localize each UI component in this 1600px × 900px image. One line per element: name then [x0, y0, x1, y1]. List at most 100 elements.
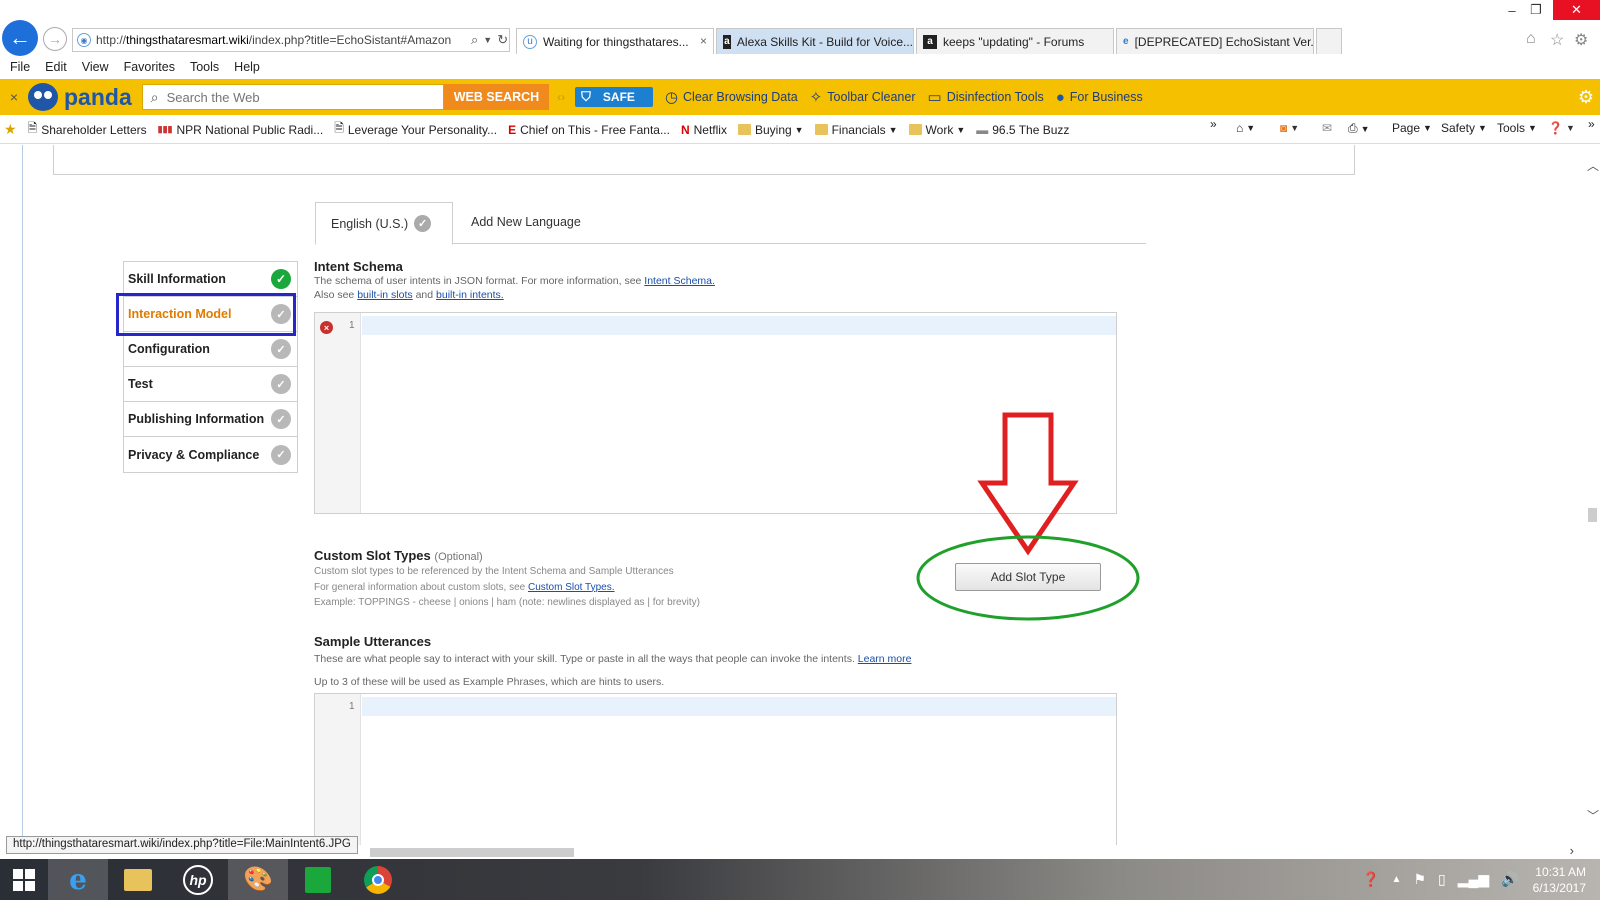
- home-icon[interactable]: ⌂: [1526, 30, 1536, 48]
- help-icon[interactable]: ❓ ▼: [1548, 121, 1575, 135]
- web-search-button[interactable]: WEB SEARCH: [443, 84, 550, 110]
- add-favorite-star-icon[interactable]: ★: [4, 121, 17, 138]
- ie-icon: e: [69, 863, 87, 896]
- menu-tools[interactable]: Tools: [190, 60, 219, 74]
- favorite-leverage-personality[interactable]: 🗎 Leverage Your Personality...: [334, 119, 497, 140]
- panda-search-box[interactable]: ⌕: [141, 84, 444, 110]
- taskbar-file-explorer[interactable]: [108, 859, 168, 900]
- page-menu[interactable]: Page ▼: [1392, 121, 1432, 135]
- address-url[interactable]: http://thingsthataresmart.wiki/index.php…: [96, 33, 466, 47]
- browser-tab-forums[interactable]: a keeps "updating" - Forums: [916, 28, 1114, 54]
- menu-edit[interactable]: Edit: [45, 60, 67, 74]
- favorite-folder-work[interactable]: Work ▼: [908, 123, 965, 137]
- safe-badge[interactable]: ⛉ SAFE: [575, 87, 653, 107]
- taskbar-internet-explorer[interactable]: e: [48, 859, 108, 900]
- chevron-down-icon: ▼: [794, 124, 804, 135]
- gear-icon[interactable]: ⚙: [1578, 87, 1594, 108]
- favorite-folder-financials[interactable]: Financials ▼: [814, 123, 898, 137]
- browser-tab-alexa[interactable]: a Alexa Skills Kit - Build for Voice...: [716, 28, 914, 54]
- feeds-icon[interactable]: ◙ ▼: [1280, 121, 1299, 135]
- new-tab-button[interactable]: [1316, 28, 1342, 54]
- intent-schema-editor[interactable]: × 1: [314, 312, 1117, 514]
- language-tabs: English (U.S.) ✓ Add New Language: [315, 202, 1146, 245]
- panda-search-input[interactable]: [166, 89, 417, 105]
- step-test[interactable]: Test ✓: [124, 367, 297, 402]
- clear-browsing-data-button[interactable]: ◷ Clear Browsing Data: [665, 88, 798, 106]
- favorite-netflix[interactable]: N Netflix: [681, 123, 727, 137]
- for-business-button[interactable]: ● For Business: [1056, 89, 1143, 106]
- action-center-flag-icon[interactable]: ⚑: [1413, 871, 1426, 888]
- step-privacy-compliance[interactable]: Privacy & Compliance ✓: [124, 437, 297, 472]
- add-slot-type-button[interactable]: Add Slot Type: [955, 563, 1101, 591]
- browser-tab-waiting[interactable]: u Waiting for thingsthatares... ×: [516, 28, 714, 54]
- scrollbar-thumb[interactable]: [1588, 508, 1597, 522]
- restore-button[interactable]: ❐: [1516, 0, 1556, 20]
- clock[interactable]: 10:31 AM 6/13/2017: [1533, 864, 1586, 896]
- forward-button[interactable]: →: [43, 27, 67, 51]
- network-signal-icon[interactable]: ▂▄▆: [1458, 871, 1489, 888]
- favorite-chief-on-this[interactable]: E Chief on This - Free Fanta...: [508, 123, 670, 137]
- toolbar-cleaner-button[interactable]: ✧ Toolbar Cleaner: [810, 88, 916, 106]
- menu-help[interactable]: Help: [234, 60, 260, 74]
- more-commands-chevron-icon[interactable]: »: [1588, 117, 1595, 131]
- taskbar-store[interactable]: [288, 859, 348, 900]
- browser-tab-echosistant[interactable]: e [DEPRECATED] EchoSistant Ver...: [1116, 28, 1314, 54]
- search-icon[interactable]: ⌕: [471, 32, 478, 48]
- built-in-slots-link[interactable]: built-in slots: [357, 289, 412, 301]
- clock-time: 10:31 AM: [1535, 864, 1586, 879]
- battery-icon[interactable]: ▯: [1438, 871, 1446, 888]
- gear-icon[interactable]: ⚙: [1574, 30, 1588, 50]
- safety-menu[interactable]: Safety ▼: [1441, 121, 1487, 135]
- menu-favorites[interactable]: Favorites: [124, 60, 175, 74]
- show-hidden-icons-chevron-icon[interactable]: ▲: [1392, 874, 1402, 885]
- vertical-scrollbar[interactable]: ︿ ﹀: [1584, 145, 1600, 845]
- taskbar-chrome[interactable]: [348, 859, 408, 900]
- line-number: 1: [349, 320, 355, 331]
- page-border: [22, 145, 23, 845]
- sample-utterances-editor[interactable]: 1: [314, 693, 1117, 845]
- step-configuration[interactable]: Configuration ✓: [124, 332, 297, 367]
- disinfection-tools-button[interactable]: ▭ Disinfection Tools: [928, 88, 1044, 106]
- favorite-npr[interactable]: ▮▮▮ NPR National Public Radi...: [158, 123, 324, 137]
- refresh-icon[interactable]: ↻: [497, 32, 508, 48]
- menu-file[interactable]: File: [10, 60, 30, 74]
- amazon-icon: a: [723, 34, 731, 49]
- favorite-folder-buying[interactable]: Buying ▼: [737, 123, 804, 137]
- scroll-right-arrow-icon[interactable]: ›: [1570, 843, 1574, 858]
- chevron-down-icon: ▼: [888, 124, 898, 135]
- address-bar[interactable]: ◉ http://thingsthataresmart.wiki/index.p…: [72, 28, 510, 52]
- favorites-star-icon[interactable]: ☆: [1550, 30, 1564, 50]
- step-skill-information[interactable]: Skill Information ✓: [124, 262, 297, 297]
- tools-menu[interactable]: Tools ▼: [1497, 121, 1537, 135]
- home-icon[interactable]: ⌂ ▼: [1236, 121, 1255, 135]
- panda-bear-icon: [28, 83, 58, 111]
- scrollbar-thumb[interactable]: [370, 848, 574, 857]
- close-toolbar-icon[interactable]: ×: [0, 89, 28, 105]
- read-mail-icon[interactable]: ✉: [1322, 121, 1332, 135]
- tab-english-us[interactable]: English (U.S.) ✓: [315, 202, 453, 245]
- back-button[interactable]: ←: [2, 20, 38, 56]
- volume-icon[interactable]: 🔊: [1501, 871, 1518, 888]
- add-new-language-link[interactable]: Add New Language: [471, 215, 581, 229]
- taskbar-hp[interactable]: hp: [168, 859, 228, 900]
- highlight-box-annotation: [116, 293, 296, 336]
- scroll-down-arrow-icon[interactable]: ﹀: [1587, 807, 1599, 824]
- editor-gutter: [315, 313, 361, 513]
- close-window-button[interactable]: ✕: [1553, 0, 1600, 20]
- print-icon[interactable]: ⎙ ▼: [1348, 121, 1370, 136]
- help-icon[interactable]: ❓: [1362, 871, 1379, 888]
- more-favorites-chevron-icon[interactable]: »: [1210, 117, 1217, 131]
- menu-view[interactable]: View: [82, 60, 109, 74]
- favorite-965-the-buzz[interactable]: ▬ 96.5 The Buzz: [976, 123, 1069, 137]
- taskbar-paint[interactable]: 🎨: [228, 859, 288, 900]
- scroll-up-arrow-icon[interactable]: ︿: [1587, 157, 1599, 174]
- built-in-intents-link[interactable]: built-in intents.: [436, 289, 504, 301]
- learn-more-link[interactable]: Learn more: [858, 653, 912, 665]
- favorite-shareholder-letters[interactable]: 🗎 Shareholder Letters: [28, 119, 147, 140]
- step-publishing-information[interactable]: Publishing Information ✓: [124, 402, 297, 437]
- intent-schema-link[interactable]: Intent Schema.: [644, 275, 715, 287]
- custom-slot-types-link[interactable]: Custom Slot Types.: [528, 582, 615, 593]
- start-button[interactable]: [0, 859, 48, 900]
- dropdown-caret-icon[interactable]: ▼: [483, 35, 492, 45]
- close-tab-icon[interactable]: ×: [700, 34, 707, 48]
